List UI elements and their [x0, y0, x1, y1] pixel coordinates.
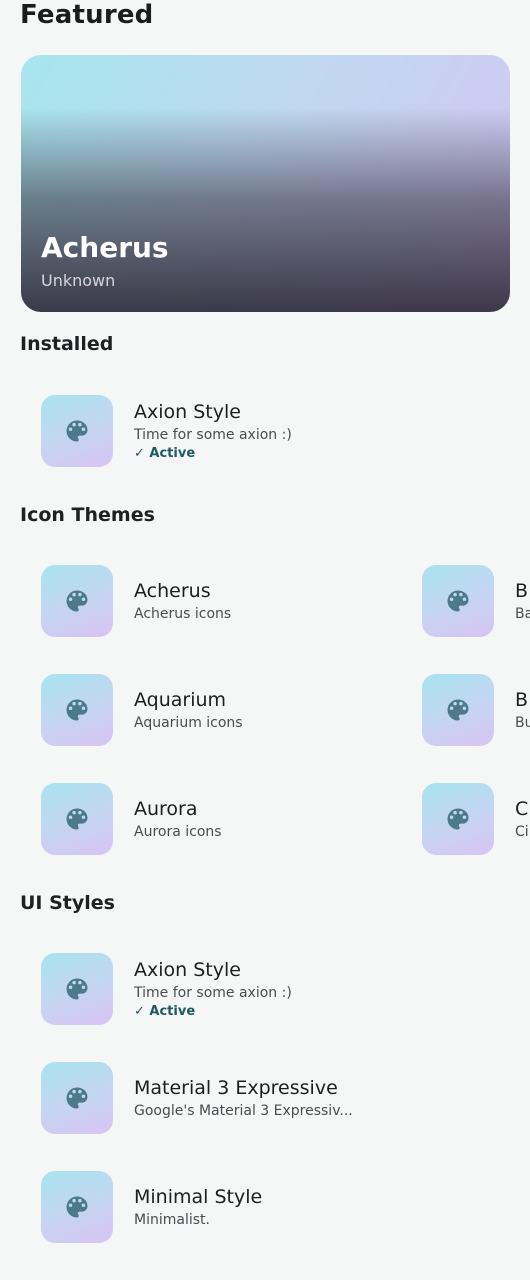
- palette-icon: [41, 395, 113, 467]
- section-icon-themes-heading: Icon Themes: [20, 504, 155, 526]
- section-installed-heading: Installed: [20, 333, 114, 355]
- item-name: Material 3 Expressive: [134, 1077, 338, 1099]
- icon-theme-item-b-2[interactable]: B Bu: [422, 674, 530, 750]
- item-name: Acherus: [134, 580, 211, 602]
- item-description: Bu: [515, 715, 530, 731]
- item-description: Time for some axion :): [134, 427, 292, 443]
- palette-icon: [41, 783, 113, 855]
- ui-style-item-minimal-style[interactable]: Minimal Style Minimalist.: [41, 1171, 401, 1247]
- item-description: Minimalist.: [134, 1212, 210, 1228]
- palette-icon: [422, 565, 494, 637]
- item-description: Google's Material 3 Expressiv...: [134, 1103, 353, 1119]
- featured-card-acherus[interactable]: Acherus Unknown: [21, 55, 510, 312]
- icon-theme-item-acherus[interactable]: Acherus Acherus icons: [41, 565, 401, 641]
- active-badge: ✓ Active: [134, 446, 196, 461]
- icon-theme-item-b-1[interactable]: B Ba: [422, 565, 530, 641]
- active-badge: ✓ Active: [134, 1004, 196, 1019]
- ui-style-item-material-3-expressive[interactable]: Material 3 Expressive Google's Material …: [41, 1062, 401, 1138]
- item-name: Aurora: [134, 798, 198, 820]
- item-name: B: [515, 689, 529, 711]
- item-name: Minimal Style: [134, 1186, 263, 1208]
- item-description: Ci: [515, 824, 529, 840]
- themes-screen: Featured Acherus Unknown Installed Axion…: [0, 0, 530, 1280]
- item-name: Axion Style: [134, 401, 241, 423]
- item-description: Ba: [515, 606, 530, 622]
- page-title: Featured: [20, 0, 154, 30]
- palette-icon: [41, 674, 113, 746]
- item-name: B: [515, 580, 529, 602]
- palette-icon: [41, 1062, 113, 1134]
- ui-style-item-axion-style[interactable]: Axion Style Time for some axion :) ✓ Act…: [41, 953, 401, 1029]
- item-description: Aquarium icons: [134, 715, 243, 731]
- installed-item-axion-style[interactable]: Axion Style Time for some axion :) ✓ Act…: [41, 395, 401, 471]
- palette-icon: [422, 783, 494, 855]
- item-description: Aurora icons: [134, 824, 222, 840]
- item-description: Acherus icons: [134, 606, 232, 622]
- palette-icon: [41, 565, 113, 637]
- icon-theme-item-c[interactable]: C Ci: [422, 783, 530, 859]
- item-name: Aquarium: [134, 689, 227, 711]
- section-ui-styles-heading: UI Styles: [20, 892, 115, 914]
- icon-theme-item-aurora[interactable]: Aurora Aurora icons: [41, 783, 401, 859]
- palette-icon: [41, 1171, 113, 1243]
- item-name: C: [515, 798, 529, 820]
- item-name: Axion Style: [134, 959, 241, 981]
- item-description: Time for some axion :): [134, 985, 292, 1001]
- featured-author: Unknown: [41, 271, 116, 290]
- palette-icon: [422, 674, 494, 746]
- featured-title: Acherus: [41, 231, 169, 264]
- icon-theme-item-aquarium[interactable]: Aquarium Aquarium icons: [41, 674, 401, 750]
- palette-icon: [41, 953, 113, 1025]
